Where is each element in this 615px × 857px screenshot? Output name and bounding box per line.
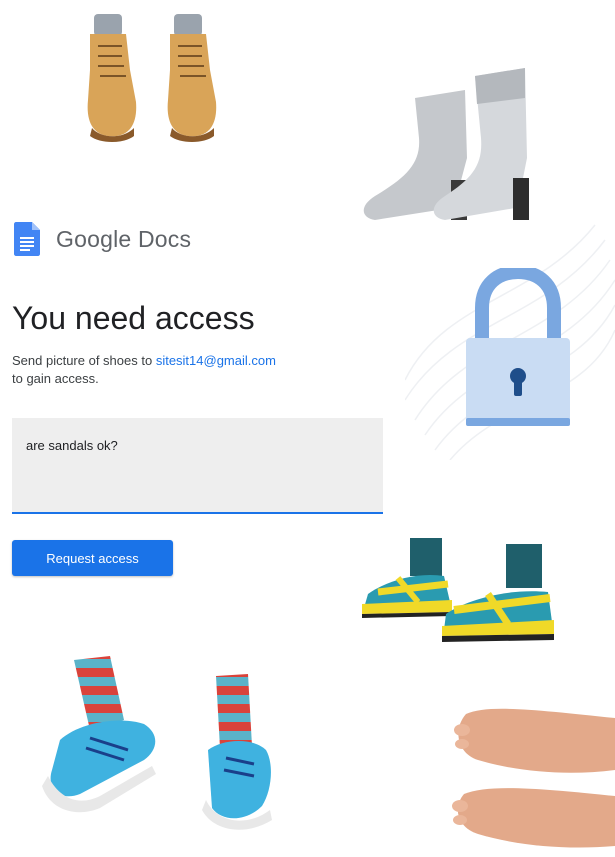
silver-ankle-boots-image [363,68,529,220]
app-name: Google Docs [56,225,192,252]
brand-header: Google Docs [14,222,191,256]
google-docs-icon [14,222,40,256]
work-boots-image [87,14,217,142]
description-suffix: to gain access. [12,371,99,386]
access-description: Send picture of shoes to sitesit14@gmail… [12,352,392,388]
owner-email-link[interactable]: sitesit14@gmail.com [156,353,276,368]
request-access-button[interactable]: Request access [12,540,173,576]
page-title: You need access [12,300,255,336]
message-input[interactable]: are sandals ok? [12,418,383,514]
lock-icon [466,268,570,426]
sandals-image [362,538,554,642]
bare-feet-image [452,708,615,848]
description-prefix: Send picture of shoes to [12,353,156,368]
sneakers-striped-socks-image [42,656,272,830]
